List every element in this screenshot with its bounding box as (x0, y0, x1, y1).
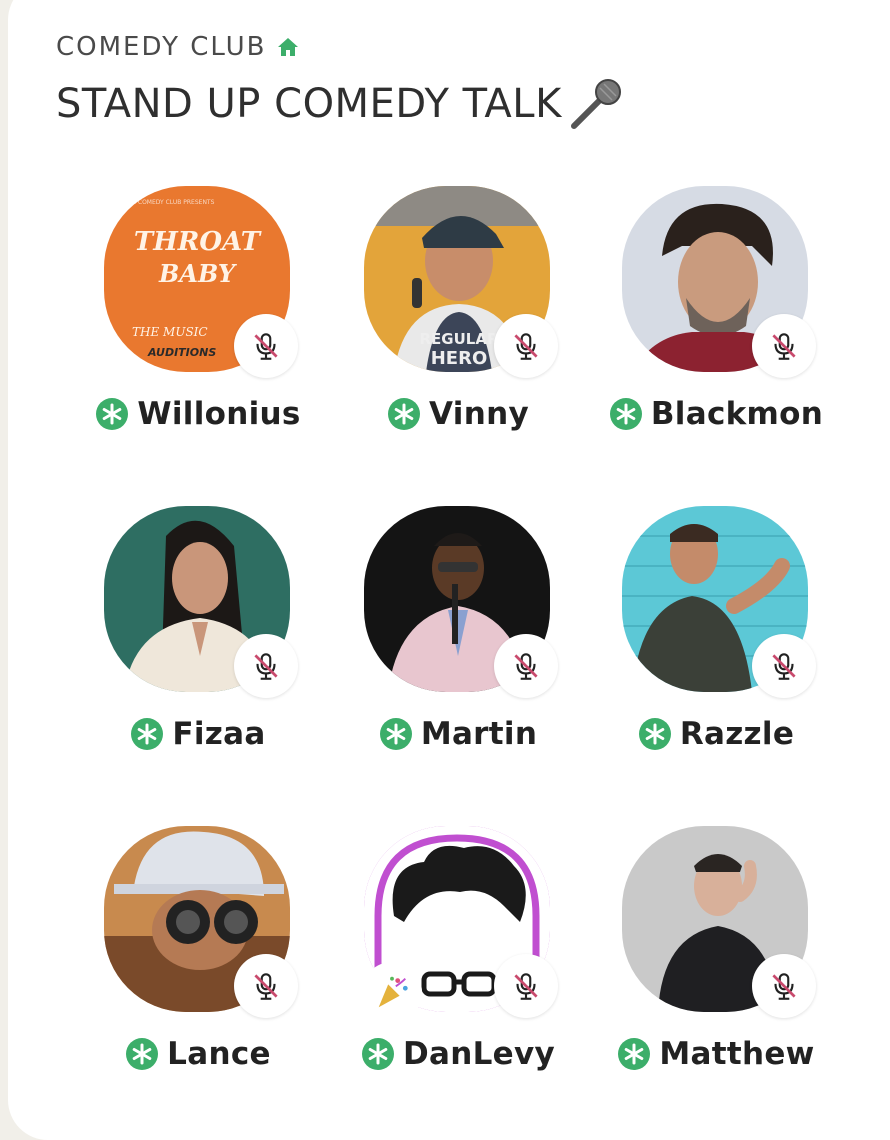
speaker-name: Fizaa (172, 716, 266, 752)
speaker-name-row: Fizaa (58, 716, 338, 752)
muted-mic-icon (494, 954, 558, 1018)
avatar-subtitle-line1: THE MUSIC (132, 325, 208, 339)
member-icon (125, 1037, 159, 1071)
avatar-wrap: THE COMEDY CLUB PRESENTS THROAT BABY THE… (104, 186, 298, 378)
avatar-title-line1: THROAT (134, 227, 262, 257)
avatar-subtitle-line2: AUDITIONS (147, 346, 216, 359)
muted-mic-icon (234, 954, 298, 1018)
muted-mic-icon (234, 634, 298, 698)
avatar-shirt-line1: REGULAR (419, 330, 498, 348)
member-icon (130, 717, 164, 751)
speaker-name: Willonius (137, 396, 301, 432)
speaker-tile[interactable]: Fizaa (58, 506, 318, 776)
speaker-name-row: Razzle (576, 716, 856, 752)
muted-mic-icon (752, 954, 816, 1018)
member-icon (379, 717, 413, 751)
speaker-name-row: Blackmon (576, 396, 856, 432)
speaker-tile[interactable]: Martin (318, 506, 578, 776)
member-icon (638, 717, 672, 751)
avatar-wrap (622, 506, 816, 698)
speaker-name-row: Willonius (58, 396, 338, 432)
speaker-name: Razzle (679, 716, 795, 752)
avatar-shirt-line2: HERO (431, 348, 488, 369)
speaker-name: Lance (167, 1036, 271, 1072)
speaker-name: Blackmon (650, 396, 824, 432)
speaker-name-row: Vinny (318, 396, 598, 432)
speaker-grid: THE COMEDY CLUB PRESENTS THROAT BABY THE… (0, 0, 890, 1122)
speaker-tile[interactable]: Blackmon (576, 186, 836, 456)
speaker-tile[interactable]: Matthew (576, 826, 836, 1096)
avatar-wrap (362, 826, 558, 1022)
speaker-name: Vinny (429, 396, 529, 432)
speaker-tile[interactable]: DanLevy (318, 826, 578, 1096)
member-icon (387, 397, 421, 431)
speaker-name-row: Matthew (576, 1036, 856, 1072)
member-icon (617, 1037, 651, 1071)
speaker-tile[interactable]: REGULAR HERO Vinny (318, 186, 578, 456)
muted-mic-icon (752, 634, 816, 698)
speaker-name-row: Lance (58, 1036, 338, 1072)
speaker-name-row: DanLevy (318, 1036, 598, 1072)
party-popper-icon (362, 962, 422, 1022)
avatar-wrap (622, 186, 816, 378)
speaker-tile[interactable]: Lance (58, 826, 318, 1096)
speaker-name-row: Martin (318, 716, 598, 752)
avatar-wrap: REGULAR HERO (364, 186, 558, 378)
avatar-wrap (622, 826, 816, 1018)
member-icon (609, 397, 643, 431)
avatar-wrap (104, 826, 298, 1018)
avatar-wrap (364, 506, 558, 698)
speaker-tile[interactable]: Razzle (576, 506, 836, 776)
speaker-tile[interactable]: THE COMEDY CLUB PRESENTS THROAT BABY THE… (58, 186, 318, 456)
avatar-wrap (104, 506, 298, 698)
muted-mic-icon (494, 314, 558, 378)
member-icon (361, 1037, 395, 1071)
svg-text:THE COMEDY CLUB PRESENTS: THE COMEDY CLUB PRESENTS (123, 199, 215, 206)
speaker-name: DanLevy (402, 1036, 555, 1072)
speaker-name: Matthew (659, 1036, 815, 1072)
muted-mic-icon (234, 314, 298, 378)
avatar-title-line2: BABY (158, 259, 238, 288)
muted-mic-icon (494, 634, 558, 698)
muted-mic-icon (752, 314, 816, 378)
member-icon (95, 397, 129, 431)
speaker-name: Martin (420, 716, 538, 752)
